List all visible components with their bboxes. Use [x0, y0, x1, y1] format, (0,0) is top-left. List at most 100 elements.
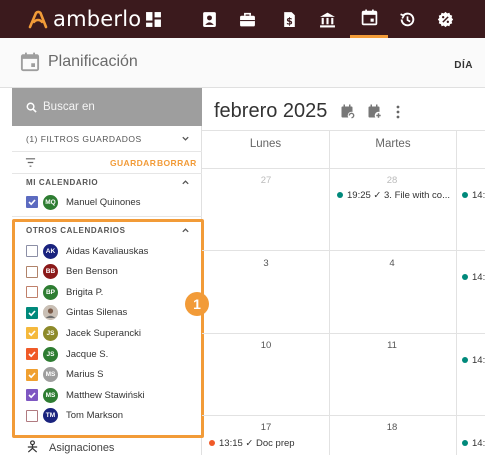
assignments-section[interactable]: Asignaciones: [12, 440, 202, 455]
assignments-icon: [27, 440, 38, 453]
nav-expenses[interactable]: [426, 0, 464, 38]
my-calendar-title: MI CALENDARIO: [26, 178, 99, 187]
calendar-owner-name: Marius S: [66, 369, 104, 381]
view-day-button[interactable]: DÍA: [454, 60, 473, 71]
calendar-event[interactable]: 19:25 ✓ 3. File with co...: [337, 188, 455, 202]
avatar: BB: [43, 264, 58, 280]
day-number[interactable]: 18: [377, 422, 407, 433]
search-input[interactable]: [43, 101, 183, 113]
avatar: [43, 305, 58, 321]
calendar-owner-name: Ben Benson: [66, 266, 118, 278]
nav-bank[interactable]: [308, 0, 346, 38]
calendar-event-partial[interactable]: 14:: [462, 436, 485, 450]
calendar-row[interactable]: MS Matthew Stawiński: [12, 385, 202, 405]
nav-calendar[interactable]: [350, 0, 388, 38]
svg-text:$: $: [286, 16, 293, 27]
event-dot: [462, 274, 468, 280]
check-icon: [28, 372, 36, 378]
bank-icon: [319, 12, 335, 27]
checkbox-checked[interactable]: [26, 348, 38, 360]
day-number[interactable]: 3: [251, 258, 281, 269]
calendar-owner-name: Brigita P.: [66, 286, 104, 298]
calendar-event[interactable]: 13:15 ✓ Doc prep: [209, 436, 327, 450]
contacts-icon: [202, 11, 216, 27]
day-number[interactable]: 10: [251, 340, 281, 351]
nav-dashboard[interactable]: [134, 0, 172, 38]
avatar: TM: [43, 408, 58, 424]
checkbox-unchecked[interactable]: [26, 265, 38, 278]
save-filter-button[interactable]: GUARDAR: [110, 158, 156, 168]
step-badge: 1: [185, 292, 209, 316]
calendar-row[interactable]: Gintas Silenas: [12, 303, 202, 323]
avatar: MQ: [43, 194, 58, 210]
checkbox-unchecked[interactable]: [26, 245, 38, 257]
search-box: [12, 88, 202, 126]
calendar-row[interactable]: TM Tom Markson: [12, 406, 202, 426]
calendar-owner-name: Jacek Superancki: [66, 327, 141, 339]
checkbox-checked[interactable]: [26, 368, 38, 381]
time-tracking-icon: [399, 12, 414, 26]
day-number[interactable]: 28: [377, 175, 407, 186]
checkbox-checked[interactable]: [26, 306, 38, 319]
nav-contacts[interactable]: [190, 0, 228, 38]
avatar: JS: [43, 325, 58, 341]
day-number[interactable]: 17: [251, 422, 281, 433]
calendar-event-partial[interactable]: 14:: [462, 353, 485, 367]
chevron-up-icon: [182, 228, 189, 233]
calendar-event-partial[interactable]: 14:: [462, 188, 485, 202]
nav-matters[interactable]: [228, 0, 266, 38]
chevron-down-icon: [182, 136, 189, 141]
nav-time-tracking[interactable]: [388, 0, 426, 38]
calendar-event-partial[interactable]: 14:: [462, 270, 485, 284]
check-icon: [28, 310, 36, 317]
checkbox-unchecked[interactable]: [26, 409, 38, 422]
page-title: Planificación: [48, 53, 138, 70]
saved-filters-label: (1) FILTROS GUARDADOS: [26, 133, 142, 144]
other-calendars-section-header[interactable]: OTROS CALENDARIOS: [12, 226, 202, 242]
check-icon: [28, 392, 36, 399]
event-text: 14:: [472, 437, 485, 449]
event-text: 13:15 ✓ Doc prep: [219, 437, 295, 449]
saved-filters-dropdown[interactable]: (1) FILTROS GUARDADOS: [12, 126, 202, 152]
matters-icon: [239, 12, 255, 26]
day-number[interactable]: 4: [377, 258, 407, 269]
checkbox-checked[interactable]: [26, 196, 38, 208]
calendar-row[interactable]: BB Ben Benson: [12, 262, 202, 282]
clear-filter-button[interactable]: BORRAR: [157, 158, 197, 168]
other-calendars-title: OTROS CALENDARIOS: [26, 226, 126, 235]
brand-logo[interactable]: amberlo: [26, 6, 141, 32]
calendar-row[interactable]: JS Jacek Superancki: [12, 323, 202, 343]
event-text: 19:25 ✓ 3. File with co...: [347, 189, 451, 201]
filter-icon[interactable]: [25, 157, 36, 168]
search-icon: [26, 102, 37, 113]
avatar: JS: [43, 346, 58, 362]
checkbox-checked[interactable]: [26, 389, 38, 402]
check-icon: [28, 330, 36, 337]
grid-line: [202, 415, 485, 416]
calendar-icon: [20, 52, 40, 72]
event-dot: [462, 357, 468, 363]
chevron-up-icon: [182, 180, 189, 185]
checkbox-checked[interactable]: [26, 327, 38, 340]
calendar-sync-icon[interactable]: [340, 104, 356, 120]
calendar-owner-name: Tom Markson: [66, 410, 124, 422]
day-header-monday: Lunes: [249, 138, 282, 150]
calendar-row[interactable]: JS Jacque S.: [12, 344, 202, 364]
calendar-row[interactable]: BP Brigita P.: [12, 282, 202, 302]
day-number[interactable]: 11: [377, 340, 407, 351]
avatar: MS: [43, 387, 58, 403]
divider: [12, 216, 202, 217]
calendar-row[interactable]: MQ Manuel Quinones: [12, 192, 202, 212]
check-icon: [28, 199, 36, 206]
nav-billing[interactable]: $: [270, 0, 308, 38]
calendar-icon: [361, 9, 377, 26]
more-vertical-icon[interactable]: [390, 104, 406, 120]
event-text: 14:: [472, 354, 485, 366]
day-number[interactable]: 27: [251, 175, 281, 186]
checkbox-unchecked[interactable]: [26, 286, 38, 299]
event-dot: [462, 440, 468, 446]
calendar-row[interactable]: MS Marius S: [12, 365, 202, 385]
calendar-row[interactable]: AK Aidas Kavaliauskas: [12, 241, 202, 261]
calendar-add-icon[interactable]: [367, 104, 383, 120]
day-header-tuesday: Martes: [375, 138, 411, 150]
